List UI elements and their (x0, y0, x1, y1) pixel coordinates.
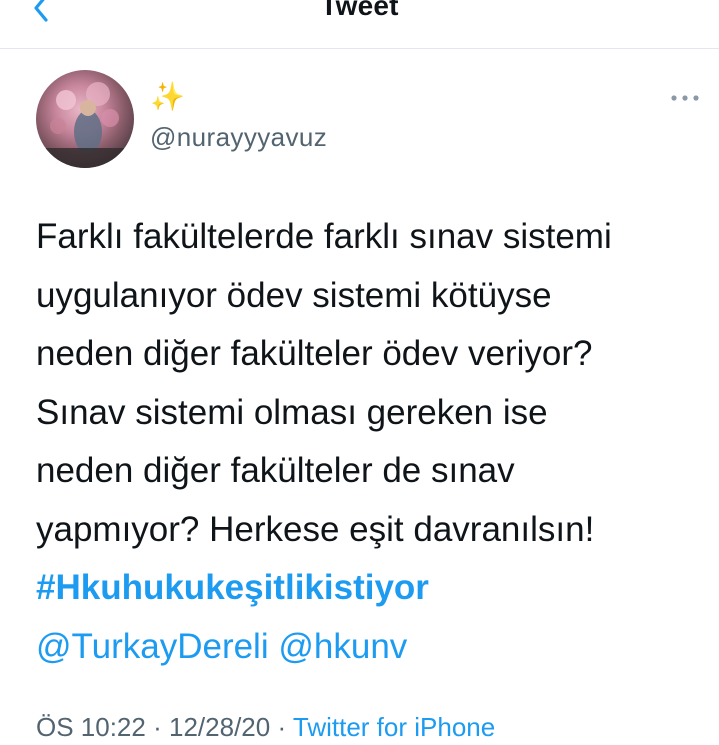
more-options-button[interactable] (668, 88, 702, 108)
more-horizontal-icon (668, 95, 702, 112)
page-title: Tweet (320, 0, 399, 21)
tweet-time: ÖS 10:22 (36, 712, 146, 742)
hashtag-link[interactable]: #Hkuhukukeşitlikistiyor (36, 568, 429, 607)
tweet-text-line: neden diğer fakülteler de sınav (36, 451, 515, 490)
tweet-metadata: ÖS 10:22 · 12/28/20 · Twitter for iPhone (36, 712, 495, 743)
tweet-text-line: neden diğer fakülteler ödev veriyor? (36, 334, 593, 373)
mention-link-turkaydereli[interactable]: @TurkayDereli (36, 627, 269, 666)
author-handle[interactable]: @nurayyyavuz (150, 122, 327, 153)
tweet-date: 12/28/20 (169, 712, 271, 742)
tweet-text-line: yapmıyor? Herkese eşit davranılsın! (36, 509, 595, 549)
tweet-text-line: Sınav sistemi olması gereken ise (36, 392, 548, 432)
top-navigation-bar: Tweet (0, 0, 719, 49)
tweet-text-line: uygulanıyor ödev sistemi kötüyse (36, 275, 552, 315)
tweet-source-link[interactable]: Twitter for iPhone (293, 712, 495, 742)
meta-separator: · (153, 712, 162, 742)
mention-link-hkunv[interactable]: @hkunv (278, 627, 407, 666)
author-display-name: ✨ (150, 81, 185, 112)
tweet-text: Farklı fakültelerde farklı sınav sistemi… (36, 208, 696, 676)
avatar[interactable] (36, 70, 134, 168)
tweet-text-line: Farklı fakültelerde farklı sınav sistemi (36, 217, 612, 256)
meta-separator: · (277, 712, 287, 742)
